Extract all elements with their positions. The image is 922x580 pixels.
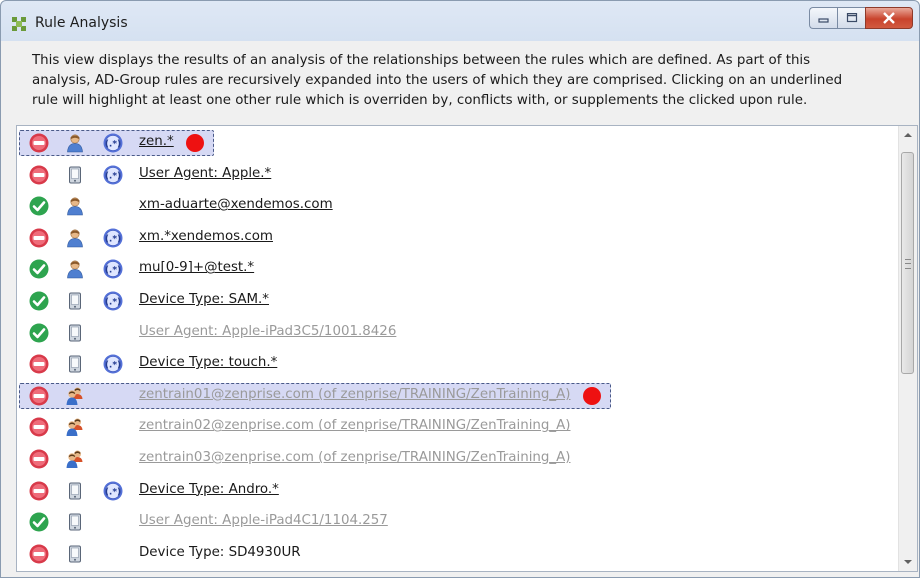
device-icon: [65, 354, 85, 374]
minimize-button[interactable]: [809, 7, 837, 29]
maximize-icon: [846, 13, 857, 23]
vertical-scrollbar[interactable]: [898, 126, 917, 571]
svg-text:(.*): (.*): [105, 298, 121, 308]
regex-icon: (.*): [103, 228, 123, 248]
deny-icon: [29, 133, 49, 153]
rule-row[interactable]: User Agent: Apple-iPad4C1/1104.257: [17, 509, 897, 535]
rule-label[interactable]: Device Type: touch.*: [139, 355, 277, 370]
device-icon: [65, 291, 85, 311]
svg-text:(.*): (.*): [105, 234, 121, 244]
device-icon: [65, 165, 85, 185]
allow-icon: [29, 291, 49, 311]
rule-label[interactable]: User Agent: Apple.*: [139, 166, 271, 181]
close-icon: [883, 12, 895, 24]
allow-icon: [29, 196, 49, 216]
device-icon: [65, 544, 85, 564]
regex-icon: (.*): [103, 133, 123, 153]
maximize-button[interactable]: [837, 7, 865, 29]
scroll-down-button[interactable]: [899, 553, 917, 571]
group-icon: [65, 449, 85, 469]
svg-text:(.*): (.*): [105, 171, 121, 181]
user-icon: [65, 133, 85, 153]
highlight-marker: [185, 134, 204, 152]
rule-row[interactable]: (.*) xm.*xendemos.com: [17, 225, 897, 251]
rule-label[interactable]: zen.*: [139, 134, 174, 149]
deny-icon: [29, 449, 49, 469]
rule-label: Device Type: SD4930UR: [139, 544, 301, 560]
regex-icon: (.*): [103, 259, 123, 279]
app-icon: [12, 17, 26, 31]
device-icon: [65, 512, 85, 532]
svg-text:(.*): (.*): [105, 266, 121, 276]
rule-label[interactable]: mu[0-9]+@test.*: [139, 260, 254, 275]
rule-label[interactable]: zentrain03@zenprise.com (of zenprise/TRA…: [139, 450, 571, 465]
rule-row[interactable]: (.*) Device Type: touch.*: [17, 351, 897, 377]
svg-text:(.*): (.*): [105, 487, 121, 497]
rule-row[interactable]: Device Type: SD4930UR: [17, 541, 897, 567]
regex-icon: (.*): [103, 481, 123, 501]
rule-row[interactable]: zentrain02@zenprise.com (of zenprise/TRA…: [17, 414, 897, 440]
rule-label[interactable]: xm-aduarte@xendemos.com: [139, 197, 333, 212]
deny-icon: [29, 354, 49, 374]
rule-row[interactable]: (.*) zen.*: [17, 130, 897, 156]
deny-icon: [29, 481, 49, 501]
rule-label[interactable]: zentrain02@zenprise.com (of zenprise/TRA…: [139, 418, 571, 433]
allow-icon: [29, 323, 49, 343]
group-icon: [65, 386, 85, 406]
rule-list[interactable]: (.*) zen.* (.*) User Agent: Apple.* xm-aduar…: [16, 125, 918, 572]
rule-row[interactable]: (.*) User Agent: Apple.*: [17, 162, 897, 188]
rule-label[interactable]: Device Type: SAM.*: [139, 292, 269, 307]
rule-row[interactable]: User Agent: Apple-iPad3C5/1001.8426: [17, 320, 897, 346]
allow-icon: [29, 259, 49, 279]
regex-icon: (.*): [103, 165, 123, 185]
title-bar[interactable]: Rule Analysis: [1, 1, 919, 41]
minimize-icon: [817, 18, 829, 23]
highlight-marker: [582, 386, 601, 405]
arrow-up-icon: [904, 133, 912, 137]
svg-text:(.*): (.*): [105, 140, 121, 150]
deny-icon: [29, 165, 49, 185]
device-icon: [65, 481, 85, 501]
window-controls: [809, 7, 913, 29]
rule-row[interactable]: xm-aduarte@xendemos.com: [17, 193, 897, 219]
deny-icon: [29, 417, 49, 437]
device-icon: [65, 323, 85, 343]
deny-icon: [29, 544, 49, 564]
rule-label[interactable]: Device Type: Andro.*: [139, 482, 279, 497]
rule-label[interactable]: xm.*xendemos.com: [139, 229, 273, 244]
scroll-thumb[interactable]: [901, 152, 914, 374]
user-icon: [65, 228, 85, 248]
deny-icon: [29, 228, 49, 248]
close-button[interactable]: [865, 7, 913, 29]
rule-label[interactable]: User Agent: Apple-iPad3C5/1001.8426: [139, 324, 396, 339]
allow-icon: [29, 512, 49, 532]
rule-label[interactable]: zentrain01@zenprise.com (of zenprise/TRA…: [139, 387, 571, 402]
rule-row[interactable]: zentrain03@zenprise.com (of zenprise/TRA…: [17, 446, 897, 472]
rule-row[interactable]: (.*) Device Type: Andro.*: [17, 478, 897, 504]
group-icon: [65, 417, 85, 437]
regex-icon: (.*): [103, 291, 123, 311]
rule-row[interactable]: (.*) Device Type: SAM.*: [17, 288, 897, 314]
rule-row[interactable]: zentrain01@zenprise.com (of zenprise/TRA…: [17, 382, 897, 409]
arrow-down-icon: [904, 560, 912, 564]
rule-label[interactable]: User Agent: Apple-iPad4C1/1104.257: [139, 513, 388, 528]
user-icon: [65, 259, 85, 279]
window-title: Rule Analysis: [35, 15, 128, 31]
description-text: This view displays the results of an ana…: [32, 53, 843, 108]
user-icon: [65, 196, 85, 216]
deny-icon: [29, 386, 49, 406]
rule-row[interactable]: (.*) mu[0-9]+@test.*: [17, 256, 897, 282]
scroll-up-button[interactable]: [899, 126, 917, 144]
regex-icon: (.*): [103, 354, 123, 374]
svg-text:(.*): (.*): [105, 361, 121, 371]
